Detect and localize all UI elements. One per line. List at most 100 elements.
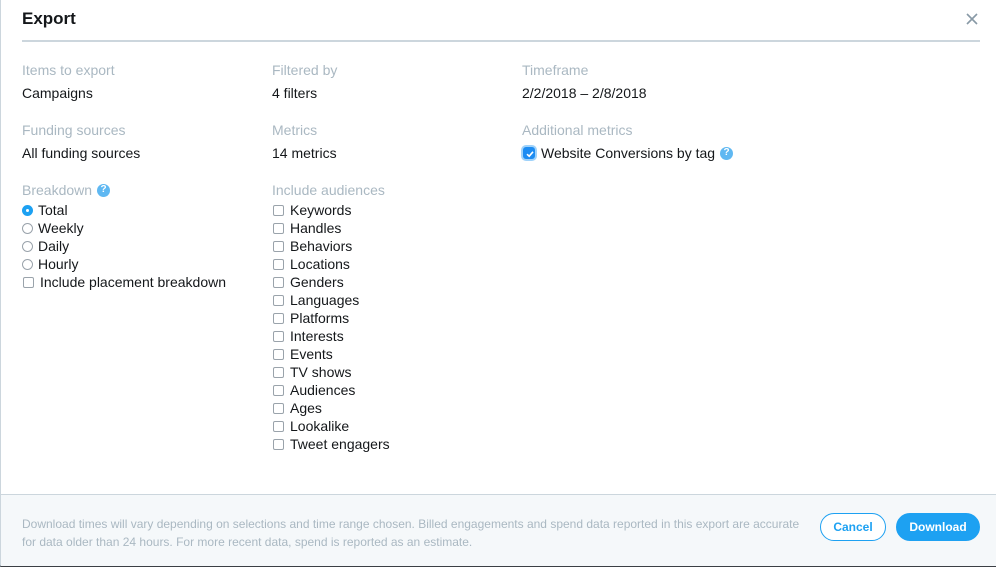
radio-button[interactable] [22, 240, 33, 252]
filtered-by-field: Filtered by 4 filters [272, 61, 512, 102]
radio-total[interactable]: Total [22, 201, 262, 219]
items-to-export-field: Items to export Campaigns [22, 61, 262, 102]
checkbox[interactable] [273, 222, 284, 234]
audience-option-keywords[interactable]: Keywords [272, 201, 512, 219]
audience-option-platforms[interactable]: Platforms [272, 309, 512, 327]
additional-metrics-label: Additional metrics [522, 122, 633, 138]
checkbox[interactable] [273, 240, 284, 252]
checkbox-label: Lookalike [290, 418, 350, 434]
radio-label: Weekly [38, 220, 84, 236]
audience-option-interests[interactable]: Interests [272, 327, 512, 345]
breakdown-field: Breakdown ? Total Weekly Daily Hourly In… [22, 181, 262, 291]
filtered-by-label: Filtered by [272, 62, 338, 78]
checkbox-label: Keywords [290, 202, 352, 218]
radio-daily[interactable]: Daily [22, 237, 262, 255]
checkbox-label: Languages [290, 292, 360, 308]
audiences-checkbox-list: Keywords Handles Behaviors Locations Gen… [272, 201, 512, 453]
close-icon[interactable] [964, 11, 980, 27]
audience-option-lookalike[interactable]: Lookalike [272, 417, 512, 435]
timeframe-field: Timeframe 2/2/2018 – 2/8/2018 [522, 61, 822, 102]
checkbox[interactable] [273, 276, 284, 288]
breakdown-radio-group: Total Weekly Daily Hourly Include placem… [22, 201, 262, 291]
checkbox[interactable] [273, 366, 284, 378]
checkbox-label: Include placement breakdown [40, 274, 227, 290]
checkbox-label: Handles [290, 220, 342, 236]
column-right: Timeframe 2/2/2018 – 2/8/2018 Additional… [522, 60, 822, 181]
metrics-label: Metrics [272, 122, 318, 138]
breakdown-label: Breakdown [22, 182, 93, 198]
radio-button[interactable] [22, 222, 33, 234]
dialog-footer: Download times will vary depending on se… [1, 494, 996, 566]
checkbox-label: Tweet engagers [290, 436, 390, 452]
filtered-by-value: 4 filters [272, 85, 318, 101]
funding-sources-value: All funding sources [22, 145, 141, 161]
export-dialog: Export Items to export Campaigns Funding… [0, 0, 996, 567]
column-left: Items to export Campaigns Funding source… [22, 60, 262, 310]
checkbox-label: Audiences [290, 382, 356, 398]
radio-hourly[interactable]: Hourly [22, 255, 262, 273]
radio-weekly[interactable]: Weekly [22, 219, 262, 237]
column-middle: Filtered by 4 filters Metrics 14 metrics… [272, 60, 512, 472]
audience-option-ages[interactable]: Ages [272, 399, 512, 417]
help-icon[interactable]: ? [720, 146, 734, 160]
checkbox-label: TV shows [290, 364, 352, 380]
checkbox-label: Platforms [290, 310, 350, 326]
radio-label: Daily [38, 238, 70, 254]
metrics-value: 14 metrics [272, 145, 337, 161]
checkbox-label: Events [290, 346, 333, 362]
cancel-button[interactable]: Cancel [820, 513, 886, 541]
audience-option-audiences[interactable]: Audiences [272, 381, 512, 399]
audience-option-locations[interactable]: Locations [272, 255, 512, 273]
dialog-title: Export [22, 9, 76, 28]
download-disclaimer: Download times will vary depending on se… [22, 515, 822, 551]
timeframe-value: 2/2/2018 – 2/8/2018 [522, 85, 647, 101]
radio-label: Total [38, 202, 68, 218]
checkbox[interactable] [273, 330, 284, 342]
radio-label: Hourly [38, 256, 79, 272]
funding-sources-label: Funding sources [22, 122, 126, 138]
checkbox[interactable] [273, 294, 284, 306]
checkbox[interactable] [273, 348, 284, 360]
include-placement-breakdown-option[interactable]: Include placement breakdown [22, 273, 262, 291]
disclaimer-line-1: Download times will vary depending on se… [22, 517, 800, 531]
items-to-export-value: Campaigns [22, 85, 93, 101]
checkbox[interactable] [273, 420, 284, 432]
download-button[interactable]: Download [896, 513, 980, 541]
checkbox-label: Behaviors [290, 238, 353, 254]
audience-option-tweet-engagers[interactable]: Tweet engagers [272, 435, 512, 453]
audience-option-genders[interactable]: Genders [272, 273, 512, 291]
checkbox-label: Ages [290, 400, 322, 416]
include-audiences-field: Include audiences Keywords Handles Behav… [272, 181, 512, 453]
checkbox-label: Interests [290, 328, 344, 344]
checkmark-icon [526, 151, 534, 158]
checkbox[interactable] [23, 276, 34, 288]
additional-metrics-field: Additional metrics Website Conversions b… [522, 121, 822, 162]
checkbox[interactable] [273, 384, 284, 396]
disclaimer-line-2: for data older than 24 hours. For more r… [22, 535, 473, 549]
checkbox-label: Website Conversions by tag [541, 145, 716, 161]
checkbox-label: Genders [290, 274, 344, 290]
audience-option-tv-shows[interactable]: TV shows [272, 363, 512, 381]
checkbox[interactable] [273, 438, 284, 450]
website-conversions-by-tag-option[interactable]: Website Conversions by tag ? [522, 144, 822, 162]
audience-option-languages[interactable]: Languages [272, 291, 512, 309]
audience-option-events[interactable]: Events [272, 345, 512, 363]
checkbox[interactable] [273, 402, 284, 414]
timeframe-label: Timeframe [522, 62, 589, 78]
funding-sources-field: Funding sources All funding sources [22, 121, 262, 162]
checkbox[interactable] [273, 204, 284, 216]
metrics-field: Metrics 14 metrics [272, 121, 512, 162]
checkbox-label: Locations [290, 256, 350, 272]
include-audiences-label: Include audiences [272, 182, 385, 198]
checkbox[interactable] [273, 312, 284, 324]
audience-option-handles[interactable]: Handles [272, 219, 512, 237]
dialog-header: Export [22, 0, 980, 42]
radio-button[interactable] [22, 258, 33, 270]
radio-button[interactable] [22, 204, 33, 216]
help-icon[interactable]: ? [97, 183, 111, 197]
checkbox-checked[interactable] [523, 147, 535, 159]
checkbox[interactable] [273, 258, 284, 270]
items-to-export-label: Items to export [22, 62, 115, 78]
breakdown-label-row: Breakdown ? [22, 181, 262, 199]
audience-option-behaviors[interactable]: Behaviors [272, 237, 512, 255]
